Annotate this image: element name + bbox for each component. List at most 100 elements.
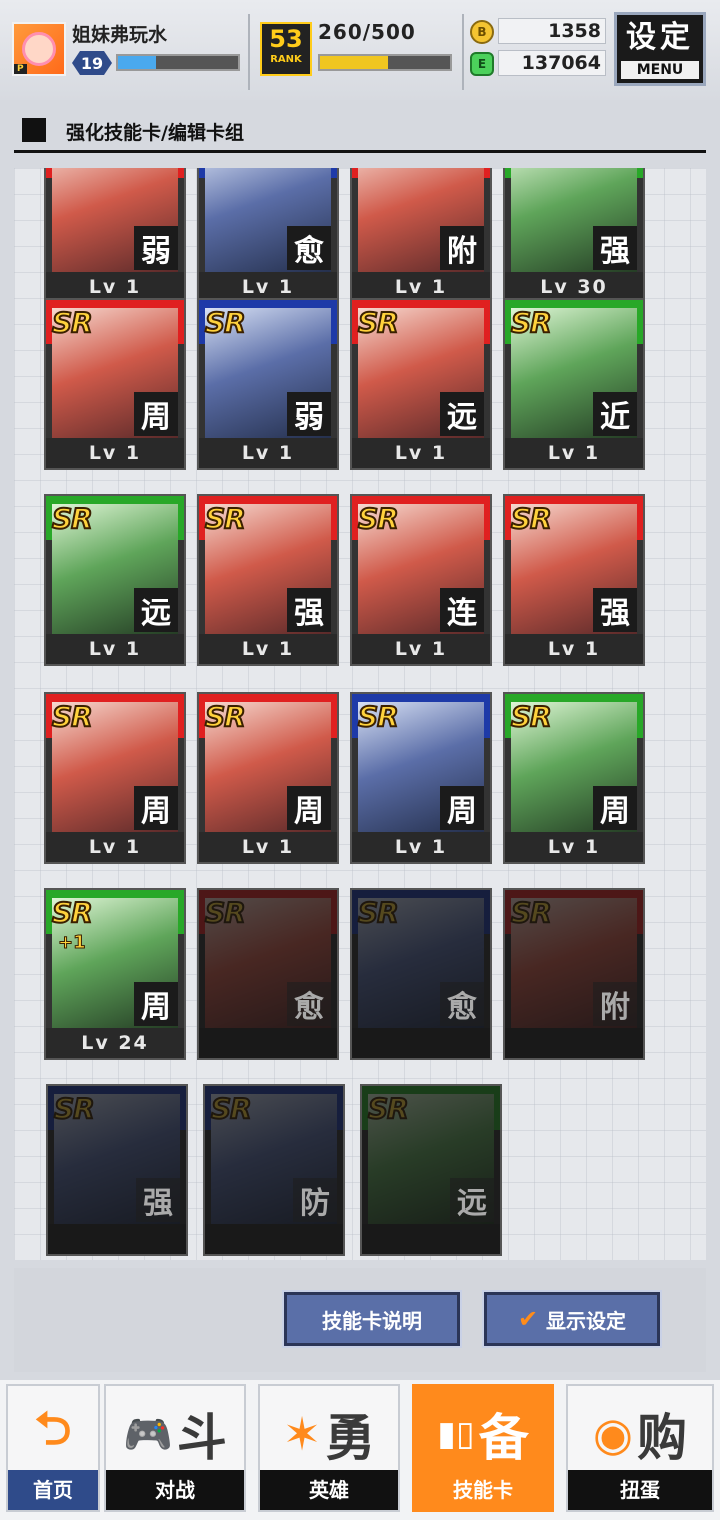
skill-card[interactable]: SR 连 Lv 1 bbox=[350, 494, 492, 666]
card-rarity: SR bbox=[204, 501, 247, 536]
rank-points: 260/500 bbox=[318, 20, 416, 44]
card-frame bbox=[362, 1086, 500, 1130]
skill-card[interactable]: SR 愈 bbox=[197, 888, 339, 1060]
display-settings-button[interactable]: ✔ 显示设定 bbox=[482, 1290, 662, 1348]
card-level bbox=[199, 1028, 337, 1058]
skill-card[interactable]: SR 周 Lv 1 bbox=[44, 298, 186, 470]
card-type-badge: 连 bbox=[440, 588, 484, 632]
skill-card[interactable]: 弱 Lv 1 bbox=[44, 168, 186, 304]
card-type-badge: 强 bbox=[593, 588, 637, 632]
card-level: Lv 1 bbox=[505, 634, 643, 664]
skill-card[interactable]: SR 弱 Lv 1 bbox=[197, 298, 339, 470]
skill-card[interactable]: SR 强 Lv 1 bbox=[197, 494, 339, 666]
skill-card[interactable]: SR +1 周 Lv 24 bbox=[44, 888, 186, 1060]
card-type-badge: 弱 bbox=[287, 392, 331, 436]
nav-gacha-char: 购 bbox=[637, 1409, 688, 1467]
card-level: Lv 1 bbox=[199, 832, 337, 862]
nav-battle[interactable]: 🎮 斗 对战 bbox=[104, 1384, 246, 1512]
card-rarity: SR bbox=[510, 895, 553, 930]
card-type-badge: 周 bbox=[134, 392, 178, 436]
card-type-badge: 强 bbox=[593, 226, 637, 270]
card-type-badge: 周 bbox=[134, 982, 178, 1026]
skill-card[interactable]: SR 周 Lv 1 bbox=[350, 692, 492, 864]
card-type-badge: 附 bbox=[440, 226, 484, 270]
menu-button[interactable]: 设定 MENU bbox=[614, 12, 706, 86]
card-rarity: SR bbox=[357, 895, 400, 930]
card-help-button[interactable]: 技能卡说明 bbox=[282, 1290, 462, 1348]
card-rarity: SR bbox=[510, 305, 553, 340]
gacha-capsule-icon: ◉ bbox=[592, 1407, 634, 1461]
skill-card[interactable]: SR 远 Lv 1 bbox=[350, 298, 492, 470]
section-underline bbox=[14, 150, 706, 153]
hero-figure-icon: ✶ bbox=[282, 1407, 322, 1461]
skill-card[interactable]: SR 愈 bbox=[350, 888, 492, 1060]
card-rarity: SR bbox=[204, 305, 247, 340]
player-level-badge: 19 bbox=[72, 51, 112, 75]
skill-card[interactable]: SR 周 Lv 1 bbox=[197, 692, 339, 864]
skill-card[interactable]: 愈 Lv 1 bbox=[197, 168, 339, 304]
card-type-badge: 周 bbox=[287, 786, 331, 830]
nav-gacha-label: 扭蛋 bbox=[568, 1470, 712, 1510]
nav-skill-cards[interactable]: ▮▯ 备 技能卡 bbox=[412, 1384, 554, 1512]
avatar-tag-icon: P bbox=[14, 64, 27, 74]
skill-card[interactable]: SR 附 bbox=[503, 888, 645, 1060]
skill-card[interactable]: 附 Lv 1 bbox=[350, 168, 492, 304]
nav-heroes[interactable]: ✶ 勇 英雄 bbox=[258, 1384, 400, 1512]
card-type-badge: 远 bbox=[440, 392, 484, 436]
nav-battle-icon: 🎮 斗 bbox=[106, 1394, 244, 1474]
menu-button-label: 设定 bbox=[626, 20, 694, 55]
card-type-badge: 愈 bbox=[287, 226, 331, 270]
card-level: Lv 1 bbox=[199, 634, 337, 664]
card-type-badge: 弱 bbox=[134, 226, 178, 270]
card-level: Lv 1 bbox=[46, 438, 184, 468]
skill-card[interactable]: SR 防 bbox=[203, 1084, 345, 1256]
skill-card[interactable]: SR 周 Lv 1 bbox=[44, 692, 186, 864]
card-level: Lv 1 bbox=[352, 438, 490, 468]
card-type-badge: 周 bbox=[440, 786, 484, 830]
card-level bbox=[505, 1028, 643, 1058]
card-plus: +1 bbox=[58, 932, 87, 954]
card-rarity: SR bbox=[51, 501, 94, 536]
card-rarity: SR bbox=[357, 501, 400, 536]
gem-icon: E bbox=[470, 52, 494, 76]
card-type-badge: 附 bbox=[593, 982, 637, 1026]
nav-heroes-char: 勇 bbox=[325, 1409, 376, 1467]
nav-skill-cards-icon: ▮▯ 备 bbox=[414, 1394, 552, 1474]
skill-card[interactable]: SR 远 bbox=[360, 1084, 502, 1256]
skill-card[interactable]: SR 远 Lv 1 bbox=[44, 494, 186, 666]
nav-home[interactable]: ⮌ 首页 bbox=[6, 1384, 100, 1512]
section-square-icon bbox=[22, 118, 46, 142]
card-rarity: SR bbox=[204, 895, 247, 930]
top-status-bar: P 姐妹弗玩水 19 53 RANK 260/500 B 1358 E 1370… bbox=[0, 0, 720, 100]
card-level: Lv 1 bbox=[505, 438, 643, 468]
coin-icon: B bbox=[470, 20, 494, 44]
card-level: Lv 1 bbox=[199, 438, 337, 468]
player-avatar[interactable]: P bbox=[12, 22, 66, 76]
back-arrow-icon: ⮌ bbox=[34, 1401, 72, 1455]
rank-progress-fill bbox=[320, 56, 388, 69]
skill-card[interactable]: 强 Lv 30 bbox=[503, 168, 645, 304]
card-rarity: SR bbox=[210, 1091, 253, 1126]
divider bbox=[248, 14, 250, 90]
card-frame bbox=[205, 1086, 343, 1130]
card-type-badge: 远 bbox=[450, 1178, 494, 1222]
card-type-badge: 愈 bbox=[287, 982, 331, 1026]
nav-gacha[interactable]: ◉ 购 扭蛋 bbox=[566, 1384, 714, 1512]
player-name: 姐妹弗玩水 bbox=[72, 24, 168, 46]
card-rarity: SR bbox=[367, 1091, 410, 1126]
skill-card[interactable]: SR 强 Lv 1 bbox=[503, 494, 645, 666]
rank-icon: 53 RANK bbox=[260, 22, 312, 76]
card-level: Lv 1 bbox=[46, 832, 184, 862]
card-level bbox=[352, 1028, 490, 1058]
gem-counter: E 137064 bbox=[470, 50, 608, 78]
card-level: Lv 1 bbox=[352, 832, 490, 862]
nav-heroes-label: 英雄 bbox=[260, 1470, 398, 1510]
card-stack-icon: ▮▯ bbox=[437, 1414, 475, 1454]
skill-card[interactable]: SR 近 Lv 1 bbox=[503, 298, 645, 470]
skill-card-grid[interactable]: 弱 Lv 1 愈 Lv 1 附 Lv 1 强 Lv 30 SR 周 Lv 1 SR 弱 Lv 1 SR 远 Lv… bbox=[14, 168, 706, 1260]
divider bbox=[462, 14, 464, 90]
coin-counter: B 1358 bbox=[470, 18, 608, 46]
skill-card[interactable]: SR 强 bbox=[46, 1084, 188, 1256]
coin-value: 1358 bbox=[498, 18, 606, 44]
skill-card[interactable]: SR 周 Lv 1 bbox=[503, 692, 645, 864]
